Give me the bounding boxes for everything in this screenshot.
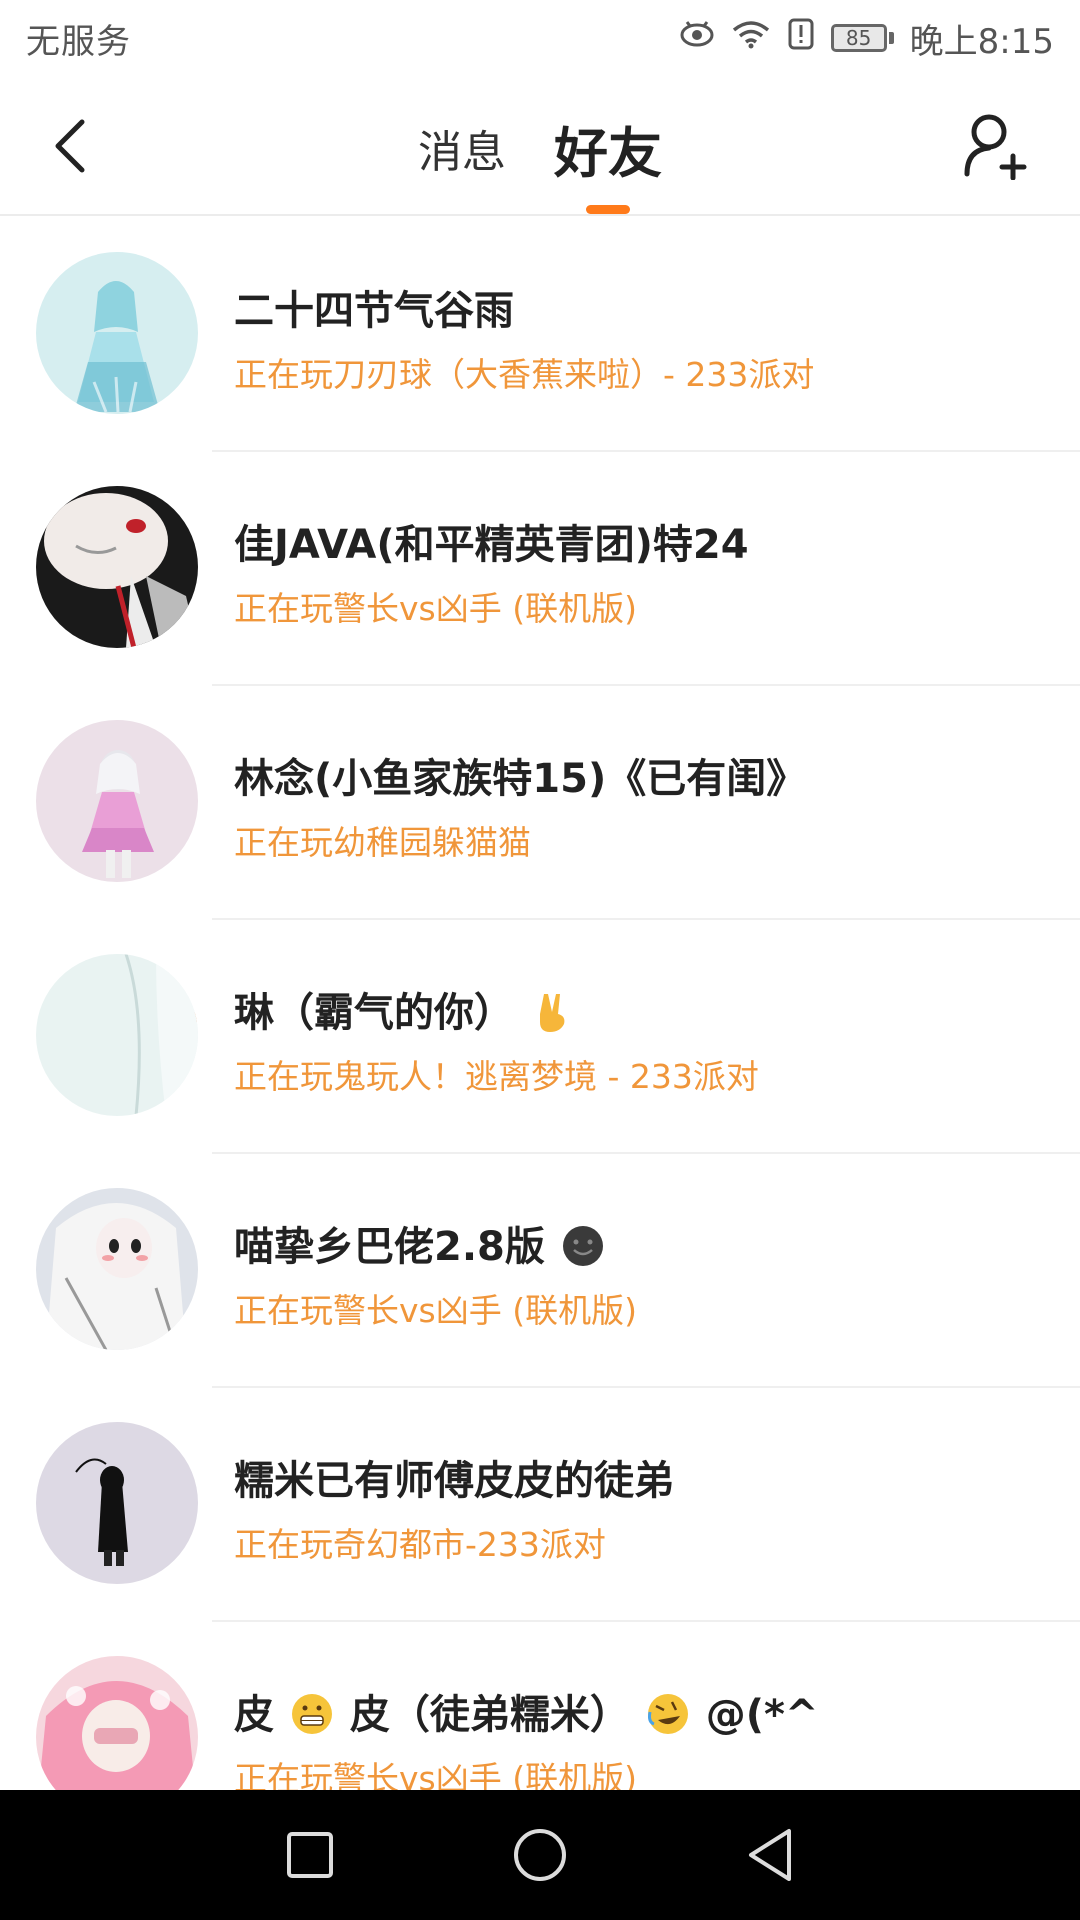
friend-name: 琳（霸气的你）	[234, 980, 576, 1038]
friend-row[interactable]: 皮 皮（徒弟糯米） @(*^ 正在玩警长vs凶手 (联机版)	[0, 1622, 1080, 1790]
battery-level: 85	[830, 24, 887, 52]
friend-row[interactable]: 佳JAVA(和平精英青团)特24 正在玩警长vs凶手 (联机版)	[0, 452, 1080, 686]
add-friend-button[interactable]	[960, 110, 1030, 182]
recents-button[interactable]	[280, 1825, 340, 1885]
carrier-label: 无服务	[26, 21, 131, 62]
clock: 晚上8:15	[909, 21, 1054, 62]
wifi-icon	[731, 18, 771, 58]
victory-hand-icon	[539, 994, 565, 1032]
home-button[interactable]	[510, 1825, 570, 1885]
friend-name-text: 皮	[234, 1692, 274, 1738]
tab-friends-label: 好友	[554, 121, 662, 185]
system-back-button[interactable]	[740, 1825, 800, 1885]
tab-messages[interactable]: 消息	[418, 112, 506, 180]
avatar[interactable]	[36, 486, 198, 648]
grimacing-face-icon	[291, 1694, 332, 1734]
eye-icon	[679, 18, 715, 58]
tab-friends[interactable]: 好友	[554, 105, 662, 214]
back-button[interactable]	[40, 111, 100, 181]
active-tab-indicator	[586, 204, 630, 214]
avatar[interactable]	[36, 1188, 198, 1350]
friend-list[interactable]: 二十四节气谷雨 正在玩刀刃球（大香蕉来啦）- 233派对 佳JAVA(和平精英青…	[0, 218, 1080, 1790]
chevron-left-icon	[55, 119, 85, 173]
friend-name-text: 喵挚乡巴佬2.8版	[234, 1224, 545, 1270]
square-icon	[287, 1832, 333, 1878]
avatar[interactable]	[36, 720, 198, 882]
circle-icon	[514, 1829, 566, 1881]
friend-name-text: 皮（徒弟糯米）	[349, 1692, 630, 1738]
status-icons: 85 晚上8:15	[679, 14, 1054, 63]
avatar[interactable]	[36, 252, 198, 414]
system-nav-bar	[0, 1790, 1080, 1920]
tab-bar: 消息 好友	[0, 76, 1080, 216]
friend-name-text: 琳（霸气的你）	[234, 990, 514, 1036]
friend-status: 正在玩奇幻都市-233派对	[234, 1525, 606, 1564]
friend-row[interactable]: 琳（霸气的你） 正在玩鬼玩人！逃离梦境 - 233派对	[0, 920, 1080, 1154]
friend-status: 正在玩警长vs凶手 (联机版)	[234, 589, 637, 628]
rofl-face-icon	[647, 1694, 688, 1734]
friend-status: 正在玩鬼玩人！逃离梦境 - 233派对	[234, 1057, 759, 1096]
friend-name: 佳JAVA(和平精英青团)特24	[234, 522, 749, 568]
triangle-back-icon	[749, 1829, 791, 1881]
friend-row[interactable]: 二十四节气谷雨 正在玩刀刃球（大香蕉来啦）- 233派对	[0, 218, 1080, 452]
status-bar: 无服务 85 晚上8:15	[0, 0, 1080, 76]
avatar[interactable]	[36, 1656, 198, 1790]
friend-name: 林念(小鱼家族特15)《已有闺》	[234, 756, 807, 802]
add-user-icon	[964, 114, 1027, 180]
top-nav: 消息 好友	[0, 76, 1080, 216]
dark-smiley-icon	[562, 1226, 603, 1266]
alert-icon	[787, 18, 815, 59]
avatar[interactable]	[36, 1422, 198, 1584]
friend-name: 喵挚乡巴佬2.8版	[234, 1214, 607, 1272]
friend-row[interactable]: 糯米已有师傅皮皮的徒弟 正在玩奇幻都市-233派对	[0, 1388, 1080, 1622]
friend-status: 正在玩刀刃球（大香蕉来啦）- 233派对	[234, 355, 815, 394]
friend-row[interactable]: 喵挚乡巴佬2.8版 正在玩警长vs凶手 (联机版)	[0, 1154, 1080, 1388]
friend-row[interactable]: 林念(小鱼家族特15)《已有闺》 正在玩幼稚园躲猫猫	[0, 686, 1080, 920]
friend-name: 糯米已有师傅皮皮的徒弟	[234, 1458, 674, 1504]
friend-status: 正在玩幼稚园躲猫猫	[234, 823, 531, 862]
friend-name: 二十四节气谷雨	[234, 288, 514, 334]
friend-status: 正在玩警长vs凶手 (联机版)	[234, 1759, 637, 1790]
battery-icon: 85	[830, 24, 894, 52]
avatar[interactable]	[36, 954, 198, 1116]
friend-name: 皮 皮（徒弟糯米） @(*^	[234, 1682, 818, 1740]
friend-status: 正在玩警长vs凶手 (联机版)	[234, 1291, 637, 1330]
friend-name-text: @(*^	[705, 1692, 819, 1738]
